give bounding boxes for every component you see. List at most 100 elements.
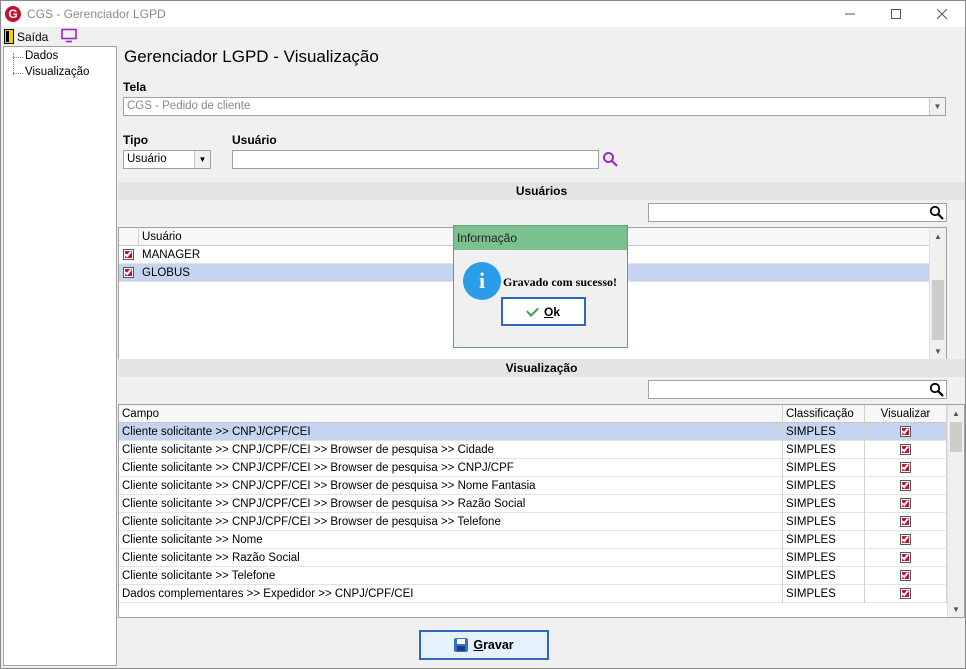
campo-cell: Cliente solicitante >> Nome bbox=[119, 531, 783, 549]
scroll-down-icon[interactable]: ▼ bbox=[948, 601, 964, 617]
close-button[interactable] bbox=[919, 1, 965, 27]
visualizar-checkbox[interactable] bbox=[900, 480, 911, 491]
tela-select[interactable]: CGS - Pedido de cliente ▼ bbox=[123, 97, 946, 116]
table-row[interactable]: Cliente solicitante >> Nome SIMPLES bbox=[119, 531, 948, 549]
campo-cell: Cliente solicitante >> CNPJ/CPF/CEI >> B… bbox=[119, 441, 783, 459]
visualizar-checkbox[interactable] bbox=[900, 462, 911, 473]
visualizar-checkbox[interactable] bbox=[900, 444, 911, 455]
visualizacao-section-header: Visualização bbox=[118, 359, 965, 377]
visualizacao-scrollbar[interactable]: ▲ ▼ bbox=[947, 405, 964, 617]
campo-column-header[interactable]: Campo bbox=[119, 405, 783, 423]
scroll-up-icon[interactable]: ▲ bbox=[930, 228, 946, 244]
table-row[interactable]: Cliente solicitante >> CNPJ/CPF/CEI SIMPL… bbox=[119, 423, 948, 441]
checkmark-icon bbox=[901, 426, 909, 435]
table-row[interactable]: Dados complementares >> Expedidor >> CNP… bbox=[119, 585, 948, 603]
usuarios-search-icon[interactable] bbox=[929, 205, 945, 221]
classificacao-cell: SIMPLES bbox=[783, 513, 865, 531]
campo-cell: Cliente solicitante >> CNPJ/CPF/CEI bbox=[119, 423, 783, 441]
campo-cell: Dados complementares >> Expedidor >> CNP… bbox=[119, 585, 783, 603]
minimize-icon bbox=[845, 13, 855, 15]
visualizar-checkbox[interactable] bbox=[900, 498, 911, 509]
visualizacao-search-value bbox=[649, 381, 946, 385]
visualizacao-grid: Campo Classificação Visualizar Cliente s… bbox=[118, 404, 965, 618]
checkmark-icon bbox=[124, 249, 132, 258]
visualizar-cell bbox=[865, 549, 947, 567]
scroll-thumb[interactable] bbox=[932, 280, 944, 340]
usuario-input[interactable] bbox=[232, 150, 599, 169]
classificacao-cell: SIMPLES bbox=[783, 441, 865, 459]
visualizar-checkbox[interactable] bbox=[900, 552, 911, 563]
exit-button[interactable]: Saída bbox=[4, 28, 48, 45]
visualizar-checkbox[interactable] bbox=[900, 516, 911, 527]
usuario-search-icon[interactable] bbox=[602, 151, 618, 167]
visualizar-cell bbox=[865, 423, 947, 441]
table-row[interactable]: Cliente solicitante >> CNPJ/CPF/CEI >> B… bbox=[119, 495, 948, 513]
visualizar-cell bbox=[865, 477, 947, 495]
toolbar: Saída bbox=[1, 27, 965, 46]
table-row[interactable]: Cliente solicitante >> Telefone SIMPLES bbox=[119, 567, 948, 585]
visualizacao-search-input[interactable] bbox=[648, 380, 947, 399]
page-title: Gerenciador LGPD - Visualização bbox=[124, 47, 379, 66]
table-row[interactable]: Cliente solicitante >> CNPJ/CPF/CEI >> B… bbox=[119, 477, 948, 495]
classificacao-column-header[interactable]: Classificação bbox=[783, 405, 865, 423]
monitor-button[interactable] bbox=[61, 28, 77, 43]
campo-cell: Cliente solicitante >> CNPJ/CPF/CEI >> B… bbox=[119, 477, 783, 495]
tree-item-visualizacao[interactable]: Visualização bbox=[13, 66, 89, 81]
usuario-value bbox=[233, 151, 598, 155]
campo-cell: Cliente solicitante >> CNPJ/CPF/CEI >> B… bbox=[119, 513, 783, 531]
maximize-button[interactable] bbox=[873, 1, 919, 27]
app-logo-icon: G bbox=[5, 6, 21, 22]
tipo-dropdown-arrow-icon: ▼ bbox=[194, 151, 210, 168]
classificacao-cell: SIMPLES bbox=[783, 549, 865, 567]
table-row[interactable]: Cliente solicitante >> CNPJ/CPF/CEI >> B… bbox=[119, 441, 948, 459]
visualizar-column-header[interactable]: Visualizar bbox=[865, 405, 947, 423]
ok-button[interactable]: Ok bbox=[501, 297, 586, 326]
usuarios-check-column-header bbox=[119, 228, 139, 246]
usuarios-search-input[interactable] bbox=[648, 203, 947, 222]
user-checkbox[interactable] bbox=[123, 267, 134, 278]
ok-label: Ok bbox=[543, 304, 561, 319]
table-row[interactable]: Cliente solicitante >> Razão Social SIMPL… bbox=[119, 549, 948, 567]
classificacao-cell: SIMPLES bbox=[783, 531, 865, 549]
minimize-button[interactable] bbox=[827, 1, 873, 27]
table-row[interactable]: Cliente solicitante >> CNPJ/CPF/CEI >> B… bbox=[119, 513, 948, 531]
usuarios-scrollbar[interactable]: ▲ ▼ bbox=[929, 228, 946, 359]
save-label: Gravar bbox=[473, 638, 514, 652]
visualizacao-search-icon[interactable] bbox=[929, 382, 945, 398]
visualizar-checkbox[interactable] bbox=[900, 570, 911, 581]
usuarios-search-value bbox=[649, 204, 946, 208]
visualizar-cell bbox=[865, 585, 947, 603]
tipo-label: Tipo bbox=[123, 133, 149, 147]
window-title: CGS - Gerenciador LGPD bbox=[27, 7, 166, 21]
app-window: G CGS - Gerenciador LGPD Saída Dados Vis… bbox=[0, 0, 966, 669]
visualizar-checkbox[interactable] bbox=[900, 588, 911, 599]
classificacao-cell: SIMPLES bbox=[783, 567, 865, 585]
table-row[interactable]: Cliente solicitante >> CNPJ/CPF/CEI >> B… bbox=[119, 459, 948, 477]
main-panel: Gerenciador LGPD - Visualização Tela CGS… bbox=[118, 46, 965, 666]
visualizar-checkbox[interactable] bbox=[900, 534, 911, 545]
scroll-down-icon[interactable]: ▼ bbox=[930, 343, 946, 359]
tela-dropdown-arrow-icon: ▼ bbox=[929, 98, 945, 115]
save-button[interactable]: Gravar bbox=[419, 630, 549, 660]
tree-item-dados[interactable]: Dados bbox=[13, 50, 58, 65]
visualizar-cell bbox=[865, 495, 947, 513]
scroll-thumb[interactable] bbox=[950, 422, 962, 452]
campo-cell: Cliente solicitante >> CNPJ/CPF/CEI >> B… bbox=[119, 459, 783, 477]
navigation-tree: Dados Visualização bbox=[3, 46, 117, 666]
classificacao-cell: SIMPLES bbox=[783, 459, 865, 477]
usuarios-section-header: Usuários bbox=[118, 182, 965, 200]
campo-cell: Cliente solicitante >> Razão Social bbox=[119, 549, 783, 567]
checkmark-icon bbox=[124, 267, 132, 276]
checkmark-icon bbox=[901, 570, 909, 579]
visualizar-checkbox[interactable] bbox=[900, 426, 911, 437]
checkmark-icon bbox=[901, 498, 909, 507]
tela-label: Tela bbox=[123, 80, 147, 94]
scroll-up-icon[interactable]: ▲ bbox=[948, 405, 964, 421]
classificacao-cell: SIMPLES bbox=[783, 423, 865, 441]
dialog-message: Gravado com sucesso! bbox=[503, 275, 617, 289]
user-checkbox[interactable] bbox=[123, 249, 134, 260]
tipo-select[interactable]: Usuário ▼ bbox=[123, 150, 211, 169]
visualizar-cell bbox=[865, 513, 947, 531]
floppy-disk-icon bbox=[454, 638, 469, 652]
title-bar: G CGS - Gerenciador LGPD bbox=[1, 1, 965, 27]
